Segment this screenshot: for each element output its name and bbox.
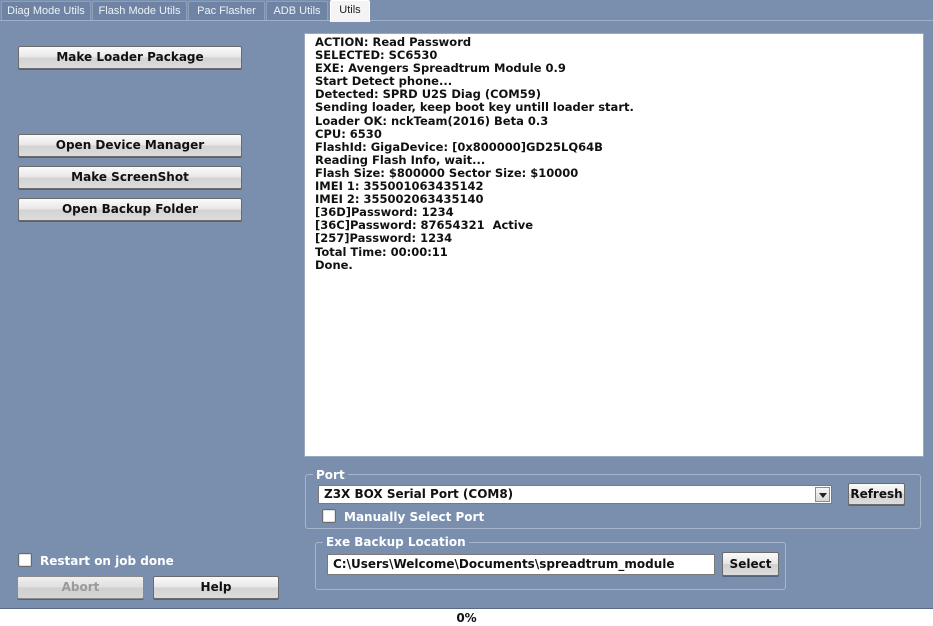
tab-bar: Diag Mode Utils Flash Mode Utils Pac Fla… xyxy=(0,0,933,22)
log-line: Reading Flash Info, wait... xyxy=(315,152,486,167)
log-output[interactable]: ACTION: Read Password SELECTED: SC6530 EXE… xyxy=(304,33,924,457)
progress-text: 0% xyxy=(456,611,477,625)
log-line: FlashId: GigaDevice: [0x800000]GD25LQ64B xyxy=(315,139,603,154)
backup-path-input[interactable]: C:\Users\Welcome\Documents\spreadtrum_mo… xyxy=(327,554,715,575)
progress-bar: 0% xyxy=(0,608,933,626)
port-select[interactable]: Z3X BOX Serial Port (COM8) xyxy=(318,485,832,504)
tab-flash-mode-utils[interactable]: Flash Mode Utils xyxy=(92,1,187,21)
tab-divider xyxy=(0,20,933,21)
port-select-value: Z3X BOX Serial Port (COM8) xyxy=(324,487,514,501)
log-line: [257]Password: 1234 xyxy=(315,231,453,246)
port-group-title: Port xyxy=(313,468,348,482)
tab-adb-utils[interactable]: ADB Utils xyxy=(266,1,328,21)
refresh-button[interactable]: Refresh xyxy=(848,483,905,505)
log-line: Sending loader, keep boot key untill loa… xyxy=(315,100,634,115)
restart-on-job-done-label: Restart on job done xyxy=(40,554,174,568)
open-device-manager-button[interactable]: Open Device Manager xyxy=(18,134,242,157)
help-button[interactable]: Help xyxy=(153,576,279,599)
chevron-down-icon[interactable] xyxy=(815,487,830,502)
open-backup-folder-button[interactable]: Open Backup Folder xyxy=(18,198,242,221)
manually-select-port-checkbox[interactable] xyxy=(322,509,336,523)
abort-button[interactable]: Abort xyxy=(17,576,144,599)
select-backup-button[interactable]: Select xyxy=(722,552,779,576)
log-line: Total Time: 00:00:11 xyxy=(315,244,448,259)
make-loader-package-button[interactable]: Make Loader Package xyxy=(18,46,242,69)
tab-diag-mode-utils[interactable]: Diag Mode Utils xyxy=(1,1,91,21)
restart-on-job-done-checkbox[interactable] xyxy=(18,553,32,567)
tab-utils[interactable]: Utils xyxy=(330,0,370,22)
backup-location-title: Exe Backup Location xyxy=(323,535,469,549)
tab-pac-flasher[interactable]: Pac Flasher xyxy=(188,1,265,21)
make-screenshot-button[interactable]: Make ScreenShot xyxy=(18,166,242,189)
log-line: Done. xyxy=(315,257,353,272)
manually-select-port-label: Manually Select Port xyxy=(344,510,485,524)
log-line: CPU: 6530 xyxy=(315,126,382,141)
log-line: Loader OK: nckTeam(2016) Beta 0.3 xyxy=(315,113,549,128)
